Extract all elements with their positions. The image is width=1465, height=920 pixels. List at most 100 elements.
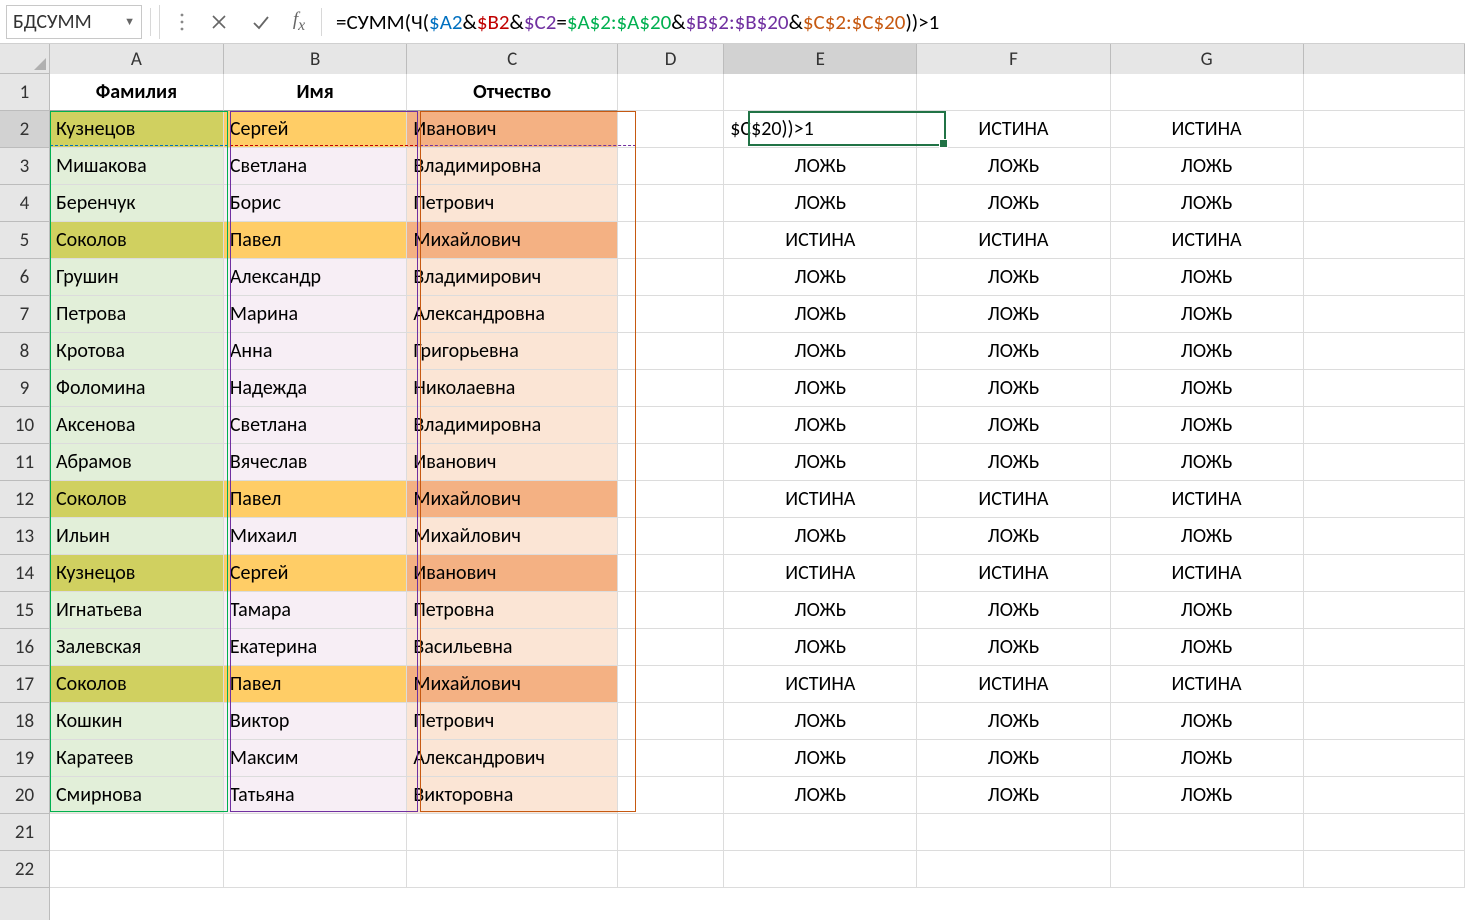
cell[interactable] xyxy=(724,814,917,851)
cell[interactable] xyxy=(1304,370,1465,407)
enter-icon[interactable] xyxy=(243,5,277,39)
cell-f[interactable]: ИСТИНА xyxy=(917,111,1110,148)
cell-g[interactable]: ЛОЖЬ xyxy=(1111,259,1304,296)
formula-input[interactable]: =СУММ(Ч($A2&$B2&$C2=$A$2:$A$20&$B$2:$B$2… xyxy=(330,5,1459,39)
column-header-G[interactable]: G xyxy=(1111,44,1304,74)
cell-g[interactable]: ИСТИНА xyxy=(1111,481,1304,518)
cell[interactable] xyxy=(917,814,1110,851)
cell-b[interactable]: Марина xyxy=(224,296,408,333)
cell-c[interactable]: Михайлович xyxy=(407,518,617,555)
cell-b[interactable]: Борис xyxy=(224,185,408,222)
row-header-18[interactable]: 18 xyxy=(0,703,49,740)
cell-c[interactable]: Михайлович xyxy=(407,666,617,703)
cell-b[interactable]: Павел xyxy=(224,666,408,703)
cell-f[interactable]: ИСТИНА xyxy=(917,555,1110,592)
cell-c[interactable]: Иванович xyxy=(407,444,617,481)
cell-a[interactable]: Смирнова xyxy=(50,777,224,814)
cell[interactable] xyxy=(1304,740,1465,777)
cell[interactable] xyxy=(618,259,724,296)
cell[interactable] xyxy=(1304,555,1465,592)
cell-g[interactable]: ЛОЖЬ xyxy=(1111,148,1304,185)
cell[interactable] xyxy=(618,777,724,814)
cell[interactable] xyxy=(724,74,917,111)
cell-f[interactable]: ЛОЖЬ xyxy=(917,333,1110,370)
cell-f[interactable]: ЛОЖЬ xyxy=(917,148,1110,185)
cell[interactable] xyxy=(618,296,724,333)
cell-c[interactable]: Александровна xyxy=(407,296,617,333)
cell[interactable] xyxy=(917,74,1110,111)
row-header-11[interactable]: 11 xyxy=(0,444,49,481)
cell-a[interactable]: Каратеев xyxy=(50,740,224,777)
cell-g[interactable]: ИСТИНА xyxy=(1111,555,1304,592)
cell[interactable] xyxy=(1304,74,1465,111)
cell-a[interactable]: Фоломина xyxy=(50,370,224,407)
row-header-5[interactable]: 5 xyxy=(0,222,49,259)
cell-f[interactable]: ИСТИНА xyxy=(917,666,1110,703)
cell[interactable] xyxy=(618,518,724,555)
cell-c[interactable]: Викторовна xyxy=(407,777,617,814)
cell[interactable] xyxy=(618,444,724,481)
cell-g[interactable]: ЛОЖЬ xyxy=(1111,629,1304,666)
column-header-blank[interactable] xyxy=(1304,44,1465,74)
cell-g[interactable]: ЛОЖЬ xyxy=(1111,518,1304,555)
cell[interactable] xyxy=(224,851,408,888)
cell-f[interactable]: ИСТИНА xyxy=(917,222,1110,259)
cell-b[interactable]: Александр xyxy=(224,259,408,296)
cell-b[interactable]: Тамара xyxy=(224,592,408,629)
cell[interactable] xyxy=(917,851,1110,888)
cell-c[interactable]: Петрович xyxy=(407,185,617,222)
row-header-1[interactable]: 1 xyxy=(0,74,49,111)
cell[interactable] xyxy=(618,481,724,518)
row-header-21[interactable]: 21 xyxy=(0,814,49,851)
cell-c[interactable]: Николаевна xyxy=(407,370,617,407)
row-header-12[interactable]: 12 xyxy=(0,481,49,518)
cell-a[interactable]: Соколов xyxy=(50,222,224,259)
cell-g[interactable]: ЛОЖЬ xyxy=(1111,777,1304,814)
cell[interactable] xyxy=(618,111,724,148)
cell-b[interactable]: Михаил xyxy=(224,518,408,555)
cell-c[interactable]: Владимировна xyxy=(407,148,617,185)
cell[interactable] xyxy=(1304,703,1465,740)
cell-f[interactable]: ЛОЖЬ xyxy=(917,407,1110,444)
cell-c[interactable]: Григорьевна xyxy=(407,333,617,370)
cell-a[interactable]: Кротова xyxy=(50,333,224,370)
cell-b[interactable]: Татьяна xyxy=(224,777,408,814)
cell-b[interactable]: Максим xyxy=(224,740,408,777)
cell-b[interactable]: Сергей xyxy=(224,555,408,592)
cell[interactable] xyxy=(618,666,724,703)
cell-e[interactable]: ЛОЖЬ xyxy=(724,185,917,222)
fx-icon[interactable]: fx xyxy=(285,9,313,35)
cell[interactable] xyxy=(1304,814,1465,851)
cell[interactable] xyxy=(618,370,724,407)
cell[interactable] xyxy=(618,222,724,259)
cell[interactable] xyxy=(618,814,724,851)
cell-f[interactable]: ЛОЖЬ xyxy=(917,185,1110,222)
row-header-2[interactable]: 2 xyxy=(0,111,49,148)
cell-c[interactable]: Владимирович xyxy=(407,259,617,296)
cell-a[interactable]: Игнатьева xyxy=(50,592,224,629)
cell-a[interactable]: Соколов xyxy=(50,666,224,703)
cell-c[interactable]: Михайлович xyxy=(407,222,617,259)
cell[interactable] xyxy=(407,814,617,851)
cell-g[interactable]: ИСТИНА xyxy=(1111,111,1304,148)
cell-a[interactable]: Залевская xyxy=(50,629,224,666)
header-a[interactable]: Фамилия xyxy=(50,74,224,111)
cell-a[interactable]: Соколов xyxy=(50,481,224,518)
cell-e[interactable]: ИСТИНА xyxy=(724,481,917,518)
cell-f[interactable]: ЛОЖЬ xyxy=(917,296,1110,333)
header-b[interactable]: Имя xyxy=(224,74,408,111)
cell-e[interactable]: ЛОЖЬ xyxy=(724,777,917,814)
row-header-3[interactable]: 3 xyxy=(0,148,49,185)
cell[interactable] xyxy=(1304,851,1465,888)
cell-c[interactable]: Владимировна xyxy=(407,407,617,444)
cell-g[interactable]: ЛОЖЬ xyxy=(1111,444,1304,481)
cell-c[interactable]: Михайлович xyxy=(407,481,617,518)
cell-b[interactable]: Светлана xyxy=(224,148,408,185)
cell[interactable] xyxy=(1111,814,1304,851)
column-header-D[interactable]: D xyxy=(618,44,724,74)
cell-e[interactable]: ИСТИНА xyxy=(724,555,917,592)
cell-f[interactable]: ЛОЖЬ xyxy=(917,370,1110,407)
column-header-E[interactable]: E xyxy=(724,44,917,74)
cell-e[interactable]: ЛОЖЬ xyxy=(724,740,917,777)
cell-b[interactable]: Светлана xyxy=(224,407,408,444)
